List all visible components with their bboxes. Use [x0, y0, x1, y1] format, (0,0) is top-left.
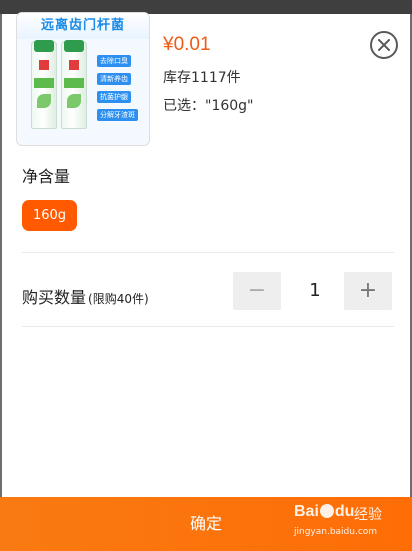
- product-tag: 去除口臭: [97, 55, 131, 67]
- quantity-label: 购买数量 (限购40件): [22, 284, 149, 308]
- toothpaste-tube-image: [61, 40, 87, 129]
- product-tag: 抗菌护龈: [97, 91, 131, 103]
- spec-option-160g[interactable]: 160g: [22, 200, 77, 231]
- divider: [22, 326, 394, 327]
- quantity-label-text: 购买数量: [22, 288, 87, 307]
- stock-count: 库存1117件: [163, 70, 241, 86]
- close-button[interactable]: [370, 31, 398, 59]
- product-image-banner: 远离齿门杆菌: [17, 13, 149, 39]
- watermark-jingyan: 经验: [354, 507, 382, 523]
- product-price: ¥0.01: [163, 34, 211, 55]
- watermark-brand: Bai du: [294, 503, 355, 520]
- product-image: 远离齿门杆菌 去除口臭 清新养齿 抗菌护龈 分解牙渣斑: [16, 12, 150, 146]
- purchase-limit: (限购40件): [88, 292, 149, 306]
- quantity-increase-button[interactable]: +: [344, 272, 392, 310]
- quantity-value[interactable]: 1: [297, 280, 333, 301]
- spec-section-title: 净含量: [22, 167, 71, 186]
- confirm-button[interactable]: 确定: [150, 497, 262, 551]
- watermark-site: jingyan.baidu.com: [294, 527, 378, 537]
- baidu-jingyan-watermark: Bai du 经验 jingyan.baidu.com: [294, 503, 406, 547]
- bottom-action-bar: 确定 Bai du 经验 jingyan.baidu.com: [0, 497, 412, 551]
- baidu-paw-icon: [319, 504, 334, 518]
- toothpaste-tube-image: [31, 40, 57, 129]
- divider: [22, 252, 394, 253]
- product-tag: 分解牙渣斑: [97, 109, 138, 121]
- quantity-decrease-button[interactable]: −: [233, 272, 281, 310]
- close-icon: [378, 39, 390, 51]
- sku-selector-sheet: 远离齿门杆菌 去除口臭 清新养齿 抗菌护龈 分解牙渣斑 ¥0.01 库存1117…: [2, 12, 410, 497]
- selected-spec-summary: 已选："160g": [163, 98, 254, 114]
- product-tag: 清新养齿: [97, 73, 131, 85]
